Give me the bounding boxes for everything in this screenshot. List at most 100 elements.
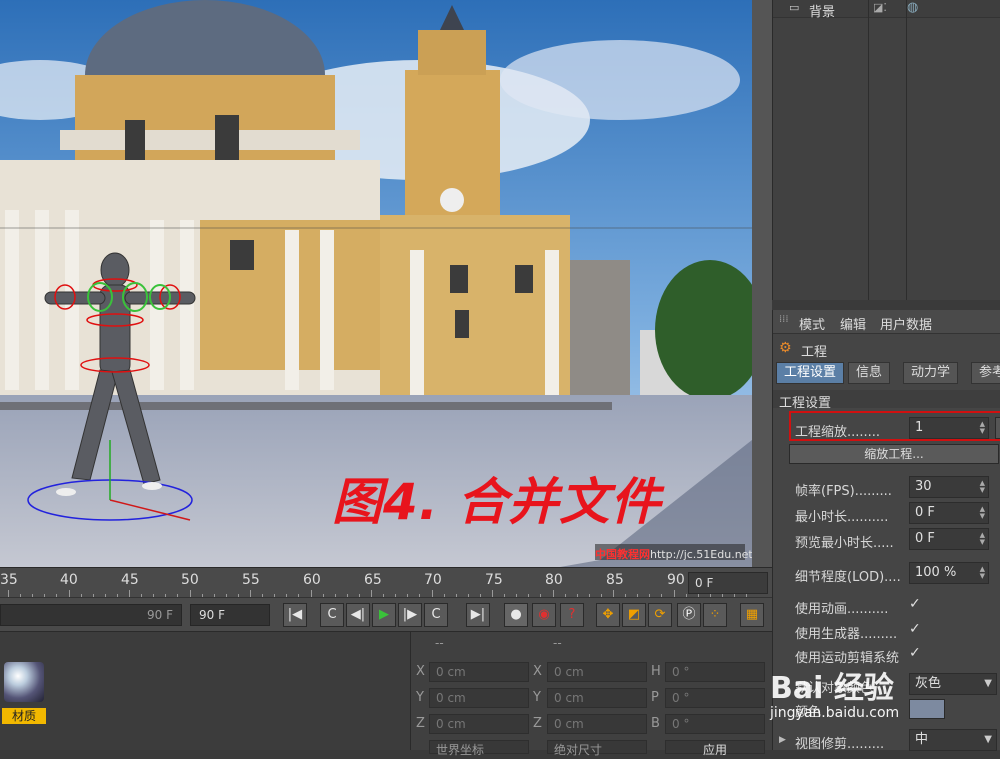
viewport[interactable]: 图4. 合并文件 中国教程网http://jc.51Edu.net/00...	[0, 0, 752, 567]
object-name: 背景	[809, 5, 836, 20]
fps-field[interactable]: 30 ▲ ▼	[909, 476, 989, 498]
spinner-icon[interactable]: ▲ ▼	[980, 532, 985, 546]
spinner-icon[interactable]: ▲ ▼	[980, 480, 985, 494]
default-color-dropdown[interactable]: 灰色 ▼	[909, 673, 997, 695]
spinner-icon[interactable]: ▲ ▼	[980, 506, 985, 520]
rotation-b-field[interactable]: 0 °	[665, 714, 765, 734]
tick-label: 55	[242, 572, 260, 588]
scale-project-button[interactable]: 缩放工程...	[789, 444, 999, 464]
column-divider	[906, 0, 907, 300]
goto-start-button[interactable]: |◀	[283, 603, 307, 627]
use-generators-checkbox[interactable]: ✓	[909, 621, 921, 637]
coord-rot-h-label: H	[651, 664, 661, 679]
apply-button[interactable]: 应用	[665, 740, 765, 757]
project-gear-icon: ⚙	[779, 340, 792, 356]
tick-label: 75	[485, 572, 503, 588]
menu-mode[interactable]: 模式	[799, 314, 825, 333]
coord-header-left: --	[435, 636, 444, 650]
param-key-icon[interactable]: Ⓟ	[677, 603, 701, 627]
world-coord-dropdown[interactable]: 世界坐标	[429, 740, 529, 757]
coord-size-z-label: Z	[533, 716, 542, 731]
viewport-scrollbar[interactable]	[752, 0, 772, 567]
size-y-field[interactable]: 0 cm	[547, 688, 647, 708]
scale-unit-button[interactable]	[995, 417, 1000, 439]
background-tag-icon[interactable]: ◍	[907, 0, 918, 15]
project-scale-field[interactable]: 1 ▲ ▼	[909, 417, 989, 439]
tick-label: 85	[606, 572, 624, 588]
section-header: 工程设置	[773, 390, 1000, 411]
abs-size-dropdown[interactable]: 绝对尺寸	[547, 740, 647, 757]
baidu-url-watermark: jingyan.baidu.com	[770, 705, 900, 721]
record-icon[interactable]: ●	[504, 603, 528, 627]
visibility-icon[interactable]: ◪⁚	[873, 1, 887, 14]
timeline-window-icon[interactable]: ▦	[740, 603, 764, 627]
tick-label: 90	[667, 572, 685, 588]
spinner-icon[interactable]: ▲ ▼	[980, 566, 985, 580]
coord-header-right: --	[553, 636, 562, 650]
menu-edit[interactable]: 编辑	[840, 314, 866, 333]
material-label[interactable]: 材质	[2, 708, 46, 724]
dropdown-arrow-icon: ▼	[984, 678, 992, 689]
expand-arrow-icon[interactable]: ▶	[779, 735, 786, 745]
tick-label: 50	[181, 572, 199, 588]
move-key-icon[interactable]: ✥	[596, 603, 620, 627]
color-swatch[interactable]	[909, 699, 945, 719]
timeline-range-slider[interactable]: 90 F	[0, 604, 182, 626]
use-animation-checkbox[interactable]: ✓	[909, 596, 921, 612]
lod-field[interactable]: 100 % ▲ ▼	[909, 562, 989, 584]
coord-size-y-label: Y	[533, 690, 541, 705]
object-row-background[interactable]: ▭ 背景 ◪⁚ ◍	[773, 0, 1000, 20]
size-z-field[interactable]: 0 cm	[547, 714, 647, 734]
preview-min-field[interactable]: 0 F ▲ ▼	[909, 528, 989, 550]
position-x-field[interactable]: 0 cm	[429, 662, 529, 682]
menu-user-data[interactable]: 用户数据	[880, 314, 932, 333]
min-time-field[interactable]: 0 F ▲ ▼	[909, 502, 989, 524]
fps-label: 帧率(FPS).........	[795, 484, 892, 499]
tab-info[interactable]: 信息	[848, 362, 891, 384]
position-y-field[interactable]: 0 cm	[429, 688, 529, 708]
lod-label: 细节程度(LOD)....	[795, 570, 901, 585]
current-frame-field[interactable]: 0 F	[688, 572, 768, 594]
preview-min-label: 预览最小时长.....	[795, 536, 894, 551]
autokey-icon[interactable]: ◉	[532, 603, 556, 627]
size-x-field[interactable]: 0 cm	[547, 662, 647, 682]
baidu-logo-watermark: Bai 经验	[770, 671, 894, 706]
attribute-title: 工程	[801, 345, 828, 360]
tick-label: 80	[545, 572, 563, 588]
attribute-menu-bar: ⁞⁞⁞ 模式 编辑 用户数据	[773, 310, 1000, 334]
scale-key-icon[interactable]: ◩	[622, 603, 646, 627]
tab-reference[interactable]: 参考	[971, 362, 1000, 384]
overlay-title: 图4. 合并文件	[332, 473, 662, 531]
tick-label: 60	[303, 572, 321, 588]
rotate-key-icon[interactable]: ⟳	[648, 603, 672, 627]
object-manager: ▭ 背景 ◪⁚ ◍	[772, 0, 1000, 300]
grip-icon: ⁞⁞⁞	[779, 314, 789, 325]
tab-dynamics[interactable]: 动力学	[903, 362, 959, 384]
spinner-icon[interactable]: ▲ ▼	[980, 421, 985, 435]
play-button[interactable]: ▶	[372, 603, 396, 627]
use-animation-label: 使用动画..........	[795, 602, 889, 617]
rotation-h-field[interactable]: 0 °	[665, 662, 765, 682]
min-time-label: 最小时长..........	[795, 510, 889, 525]
prev-frame-button[interactable]: ◀|	[346, 603, 370, 627]
material-preview[interactable]	[4, 662, 44, 702]
tick-label: 45	[121, 572, 139, 588]
tab-project-settings[interactable]: 工程设置	[776, 362, 845, 384]
view-trim-dropdown[interactable]: 中 ▼	[909, 729, 997, 751]
layer-icon: ▭	[789, 1, 800, 14]
coordinates-panel: -- -- X 0 cm X 0 cm H 0 ° Y 0 cm Y 0 cm …	[410, 631, 772, 757]
rotation-p-field[interactable]: 0 °	[665, 688, 765, 708]
coord-rot-b-label: B	[651, 716, 660, 731]
keyframe-help-icon[interactable]: ?	[560, 603, 584, 627]
use-motion-checkbox[interactable]: ✓	[909, 645, 921, 661]
next-frame-button[interactable]: |▶	[398, 603, 422, 627]
end-frame-field[interactable]: 90 F	[190, 604, 270, 626]
timeline-ruler[interactable]: 35 40 45 50 55 60 65 70 75 80 85 90	[0, 567, 772, 598]
project-scale-label: 工程缩放........	[795, 425, 881, 440]
goto-end-button[interactable]: ▶|	[466, 603, 490, 627]
next-key-button[interactable]: C	[424, 603, 448, 627]
coord-size-x-label: X	[533, 664, 542, 679]
pla-key-icon[interactable]: ⁘	[703, 603, 727, 627]
position-z-field[interactable]: 0 cm	[429, 714, 529, 734]
prev-key-button[interactable]: C	[320, 603, 344, 627]
